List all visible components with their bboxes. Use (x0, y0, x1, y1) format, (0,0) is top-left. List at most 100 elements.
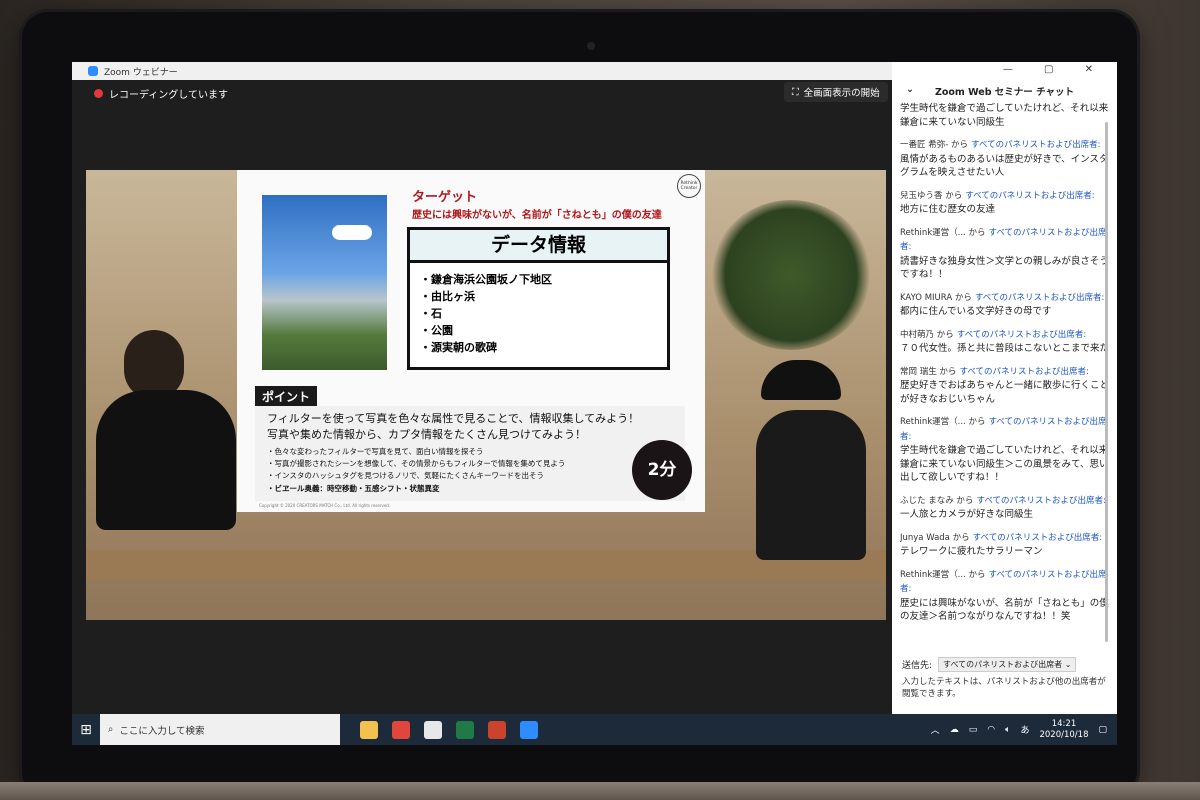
chat-message-meta: Rethink運営（... から すべてのパネリストおよび出席者: (900, 415, 1110, 444)
send-target-row: 送信先: すべてのパネリストおよび出席者 ⌄ (902, 657, 1077, 672)
chat-scrollbar[interactable] (1105, 122, 1108, 642)
taskbar-search[interactable]: ⌕ ここに入力して検索 (100, 714, 340, 745)
chat-sender: 中村萌乃 から (900, 329, 954, 340)
chat-message: 学生時代を鎌倉で過ごしていたけれど、それ以来鎌倉に来ていない同級生 (900, 102, 1110, 129)
chat-recipient: すべてのパネリストおよび出席者: (959, 366, 1089, 377)
window-titlebar: Zoom ウェビナー (72, 62, 892, 80)
chat-sender: KAYO MIURA から (900, 292, 972, 303)
chat-message: ふじた まなみ から すべてのパネリストおよび出席者: 一人旅とカメラが好きな同級… (900, 494, 1110, 522)
laptop-base (0, 782, 1200, 800)
laptop-screen: Zoom ウェビナー レコーディングしています ⛶ 全画面表示の開始 ターゲット… (72, 62, 1117, 745)
data-info-box: データ情報 鎌倉海浜公園坂ノ下地区 由比ヶ浜 石 公園 源実朝の歌碑 (407, 227, 670, 370)
chat-message: 常岡 瑞生 から すべてのパネリストおよび出席者: 歴史好きでおばあちゃんと一緒に… (900, 365, 1110, 407)
chat-panel: — ▢ ✕ ⌄ Zoom Web セミナー チャット 学生時代を鎌倉で過ごしてい… (892, 62, 1117, 714)
chat-title: ⌄ Zoom Web セミナー チャット (902, 84, 1107, 98)
zoom-icon[interactable] (520, 720, 538, 739)
chat-message-meta: KAYO MIURA から すべてのパネリストおよび出席者: (900, 291, 1110, 306)
slide-copyright: Copyright © 2020 CREATORS MATCH Co., Ltd… (259, 503, 391, 508)
chat-message-text: 地方に住む歴女の友達 (900, 204, 996, 215)
wifi-icon[interactable]: ◠ (987, 725, 995, 735)
chat-message: Rethink運営（... から すべてのパネリストおよび出席者: 学生時代を鎌倉… (900, 415, 1110, 485)
chat-recipient: すべてのパネリストおよび出席者: (976, 495, 1106, 506)
chat-message: 中村萌乃 から すべてのパネリストおよび出席者: ７０代女性。孫と共に普段はこない… (900, 328, 1110, 356)
fullscreen-label: 全画面表示の開始 (803, 88, 880, 99)
presenter-right-body (756, 410, 866, 560)
powerpoint-icon[interactable] (488, 720, 506, 739)
chat-message-text: 歴史には興味がないが、名前が「さねとも」の僕の友達＞名前つながりなんですね！！笑 (900, 597, 1109, 623)
chat-message: 兒玉ゆう香 から すべてのパネリストおよび出席者: 地方に住む歴女の友達 (900, 189, 1110, 217)
windows-taskbar: ⊞ ⌕ ここに入力して検索 ︿ ☁ ▭ ◠ 🔈︎ あ 14:21 2020/10… (72, 714, 1117, 745)
data-info-list: 鎌倉海浜公園坂ノ下地区 由比ヶ浜 石 公園 源実朝の歌碑 (420, 271, 667, 356)
chat-message-meta: ふじた まなみ から すべてのパネリストおよび出席者: (900, 494, 1110, 509)
chat-message-text: 読書好きな独身女性＞文学との親しみが良さそうですね！！ (900, 255, 1109, 281)
laptop-frame: Zoom ウェビナー レコーディングしています ⛶ 全画面表示の開始 ターゲット… (22, 12, 1137, 797)
ime-indicator[interactable]: あ (1020, 723, 1029, 736)
chevron-down-icon[interactable]: ⌄ (906, 84, 914, 95)
plant (711, 200, 871, 350)
chat-message: Rethink運営（... から すべてのパネリストおよび出席者: 読書好きな独身… (900, 226, 1110, 282)
data-item: 公園 (420, 322, 667, 339)
chat-sender: Rethink運営（... から (900, 417, 986, 427)
fullscreen-icon: ⛶ (792, 86, 799, 98)
windows-start-icon[interactable]: ⊞ (72, 714, 100, 745)
chevron-up-icon[interactable]: ︿ (931, 723, 940, 736)
excel-icon[interactable] (456, 720, 474, 739)
target-text: 歴史には興味がないが、名前が「さねとも」の僕の友達 (412, 210, 662, 221)
record-icon (94, 89, 103, 98)
fullscreen-button[interactable]: ⛶ 全画面表示の開始 (784, 82, 888, 102)
chat-title-text: Zoom Web セミナー チャット (934, 87, 1075, 98)
chat-sender: Junya Wada から (900, 532, 970, 543)
chat-recipient: すべてのパネリストおよび出席者: (972, 532, 1103, 543)
data-item: 源実朝の歌碑 (420, 339, 667, 356)
chat-message-meta: 常岡 瑞生 から すべてのパネリストおよび出席者: (900, 365, 1110, 380)
chat-message-text: 一人旅とカメラが好きな同級生 (900, 509, 1034, 520)
chrome-icon[interactable] (392, 720, 410, 739)
slack-icon[interactable] (424, 720, 442, 739)
onedrive-icon[interactable]: ☁ (950, 725, 959, 735)
chat-message-text: 都内に住んでいる文学好きの母です (900, 306, 1052, 317)
point-sub-line: ・色々な変わったフィルターで写真を見て、面白い情報を探そう (267, 447, 484, 456)
clock-date: 2020/10/18 (1039, 729, 1089, 740)
point-sub-line: ・インスタのハッシュタグを見つけるノリで、気軽にたくさんキーワードを出そう (267, 471, 545, 480)
clock-time: 14:21 (1051, 718, 1077, 729)
zoom-logo-icon (88, 66, 98, 76)
chat-message-text: 歴史好きでおばあちゃんと一緒に散歩に行くことが好きなおじいちゃん (900, 380, 1110, 405)
taskbar-clock[interactable]: 14:21 2020/10/18 (1039, 719, 1088, 741)
presenter-left-body (96, 390, 236, 530)
presenter-right-hat (761, 360, 841, 400)
chat-recipient: すべてのパネリストおよび出席者: (965, 190, 1095, 201)
system-tray: ︿ ☁ ▭ ◠ 🔈︎ あ 14:21 2020/10/18 ▢ (931, 714, 1107, 745)
chat-recipient: すべてのパネリストおよび出席者: (956, 329, 1087, 340)
target-title: ターゲット (412, 190, 478, 205)
chat-message-meta: 中村萌乃 から すべてのパネリストおよび出席者: (900, 328, 1110, 343)
presentation-slide: ターゲット 歴史には興味がないが、名前が「さねとも」の僕の友達 Rethink … (237, 170, 705, 512)
chat-message-meta: 兒玉ゆう香 から すべてのパネリストおよび出席者: (900, 189, 1110, 204)
chat-recipient: すべてのパネリストおよび出席者: (971, 140, 1101, 150)
search-placeholder: ここに入力して検索 (119, 725, 205, 737)
send-label: 送信先: (902, 661, 933, 671)
point-sub-line: ・ビヱール奥義：時空移動・五感シフト・状態異変 (267, 484, 440, 493)
chat-message-meta: Junya Wada から すべてのパネリストおよび出席者: (900, 531, 1110, 546)
battery-icon[interactable]: ▭ (969, 725, 978, 735)
chat-sender: 常岡 瑞生 から (900, 366, 957, 377)
file-explorer-icon[interactable] (360, 720, 378, 739)
chat-sender: Rethink運営（... から (900, 227, 986, 238)
taskbar-apps (360, 720, 538, 739)
notification-icon[interactable]: ▢ (1098, 725, 1107, 735)
data-item: 石 (420, 305, 667, 322)
chat-recipient: すべてのパネリストおよび出席者: (974, 292, 1105, 303)
presenter-left (96, 330, 236, 530)
send-target-dropdown[interactable]: すべてのパネリストおよび出席者 ⌄ (938, 657, 1077, 672)
zoom-webinar-window: Zoom ウェビナー レコーディングしています ⛶ 全画面表示の開始 ターゲット… (72, 62, 892, 714)
chat-message-meta: Rethink運営（... から すべてのパネリストおよび出席者: (900, 568, 1110, 597)
chat-message-meta: 一番匠 希弥- から すべてのパネリストおよび出席者: (900, 138, 1110, 153)
presenter-right (751, 360, 871, 560)
chat-message-meta: Rethink運営（... から すべてのパネリストおよび出席者: (900, 226, 1110, 255)
slide-photo (262, 195, 387, 370)
search-icon: ⌕ (108, 724, 114, 735)
volume-icon[interactable]: 🔈︎ (1005, 725, 1010, 735)
chat-sender: 一番匠 希弥- から (900, 140, 968, 150)
data-info-header: データ情報 (410, 230, 667, 263)
window-controls[interactable]: — ▢ ✕ (1003, 64, 1107, 75)
recording-label: レコーディングしています (109, 90, 228, 101)
